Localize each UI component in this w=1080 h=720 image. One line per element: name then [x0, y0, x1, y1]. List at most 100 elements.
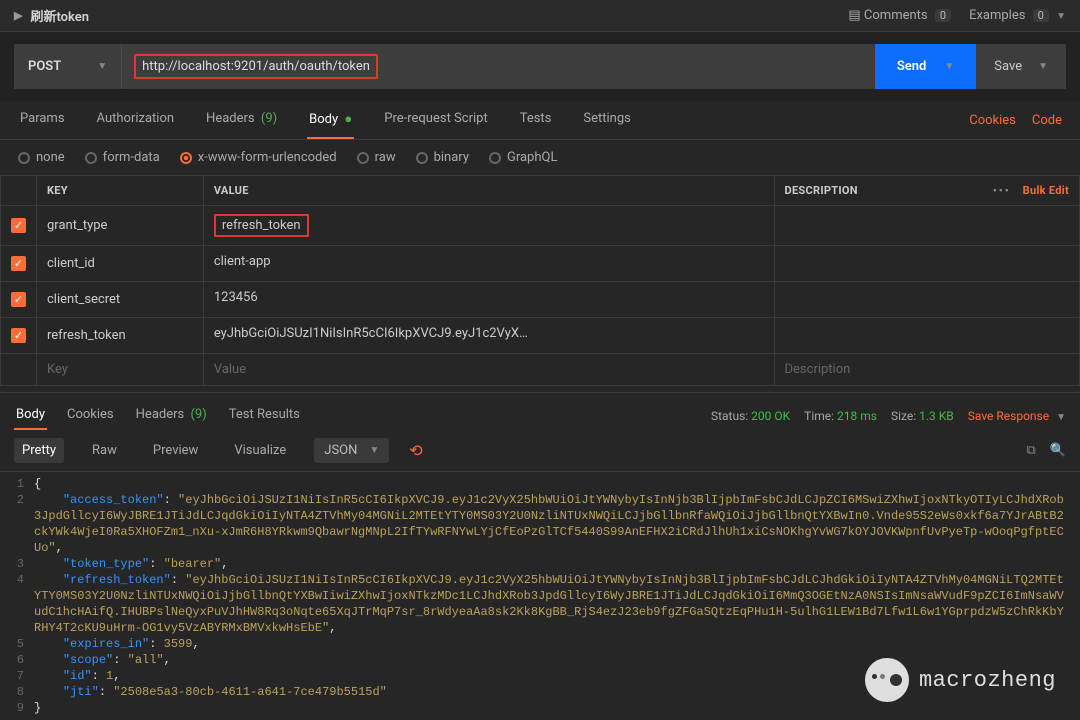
key-placeholder[interactable]: Key: [37, 354, 204, 386]
cell-key[interactable]: client_id: [37, 246, 204, 282]
resp-tab-headers[interactable]: Headers (9): [134, 401, 209, 430]
viewer-pretty[interactable]: Pretty: [14, 438, 64, 463]
tab-prerequest[interactable]: Pre-request Script: [382, 101, 489, 139]
chevron-down-icon: ▼: [1056, 11, 1066, 22]
request-tabs: Params Authorization Headers (9) Body ● …: [0, 101, 1080, 140]
col-key: KEY: [37, 176, 204, 206]
chevron-down-icon: ▼: [97, 61, 107, 72]
url-bar: POST ▼ http://localhost:9201/auth/oauth/…: [0, 32, 1080, 101]
chevron-down-icon: ▼: [369, 445, 379, 456]
comments-button[interactable]: ▤ Comments 0: [848, 8, 951, 23]
watermark: macrozheng: [865, 658, 1056, 702]
value-highlighted: refresh_token: [214, 214, 309, 237]
radio-icon: [416, 152, 428, 164]
cell-value[interactable]: 123456: [203, 282, 774, 318]
radio-icon: [357, 152, 369, 164]
value-placeholder[interactable]: Value: [203, 354, 774, 386]
send-button[interactable]: Send ▼: [875, 44, 976, 89]
radio-none[interactable]: none: [18, 150, 65, 165]
response-body: 123456789 { "access_token": "eyJhbGciOiJ…: [0, 472, 1080, 720]
resp-tab-tests[interactable]: Test Results: [227, 401, 302, 430]
desc-placeholder[interactable]: Description: [774, 354, 1080, 386]
tab-authorization[interactable]: Authorization: [95, 101, 177, 139]
cell-desc[interactable]: [774, 282, 1080, 318]
examples-count: 0: [1033, 9, 1049, 22]
send-label: Send: [897, 59, 927, 74]
collapse-icon[interactable]: ▶: [14, 9, 22, 22]
url-text: http://localhost:9201/auth/oauth/token: [134, 54, 378, 79]
radio-icon: [85, 152, 97, 164]
cell-key[interactable]: refresh_token: [37, 318, 204, 354]
tab-tests[interactable]: Tests: [518, 101, 554, 139]
modified-dot-icon: ●: [344, 112, 352, 127]
time-value: 218 ms: [837, 409, 877, 423]
more-icon[interactable]: •••: [993, 184, 1011, 197]
cell-desc[interactable]: [774, 246, 1080, 282]
format-select[interactable]: JSON ▼: [314, 438, 389, 463]
form-table: KEY VALUE DESCRIPTION ••• Bulk Edit ✓ gr…: [0, 175, 1080, 386]
table-row: ✓ client_secret 123456: [1, 282, 1080, 318]
response-bar: Body Cookies Headers (9) Test Results St…: [0, 392, 1080, 430]
chevron-down-icon: ▼: [944, 61, 954, 72]
cell-key[interactable]: client_secret: [37, 282, 204, 318]
tab-body[interactable]: Body ●: [307, 101, 354, 139]
cookies-link[interactable]: Cookies: [969, 113, 1016, 128]
copy-icon[interactable]: ⧉: [1027, 443, 1036, 458]
table-row: ✓ client_id client-app: [1, 246, 1080, 282]
radio-binary[interactable]: binary: [416, 150, 469, 165]
radio-raw[interactable]: raw: [357, 150, 396, 165]
examples-dropdown[interactable]: Examples 0 ▼: [969, 8, 1066, 23]
cell-key[interactable]: grant_type: [37, 206, 204, 246]
table-empty-row[interactable]: Key Value Description: [1, 354, 1080, 386]
row-checkbox[interactable]: ✓: [11, 328, 26, 343]
wrap-lines-icon[interactable]: ⟲: [409, 441, 422, 460]
watermark-text: macrozheng: [919, 668, 1056, 693]
code-link[interactable]: Code: [1032, 113, 1062, 128]
request-title: 刷新token: [30, 6, 89, 25]
search-icon[interactable]: 🔍: [1050, 443, 1066, 458]
comments-count: 0: [935, 9, 951, 22]
examples-label: Examples: [969, 8, 1025, 23]
cell-desc[interactable]: [774, 206, 1080, 246]
desc-header-label: DESCRIPTION: [785, 184, 981, 197]
method-label: POST: [28, 59, 61, 74]
method-select[interactable]: POST ▼: [14, 44, 122, 89]
row-checkbox[interactable]: ✓: [11, 256, 26, 271]
size-value: 1.3 KB: [919, 409, 954, 423]
resp-tab-cookies[interactable]: Cookies: [65, 401, 116, 430]
cell-value[interactable]: eyJhbGciOiJSUzI1NiIsInR5cCI6IkpXVCJ9.eyJ…: [203, 318, 774, 354]
cell-desc[interactable]: [774, 318, 1080, 354]
radio-urlencoded[interactable]: x-www-form-urlencoded: [180, 150, 337, 165]
tab-params[interactable]: Params: [18, 101, 67, 139]
save-response-dropdown[interactable]: Save Response ▼: [968, 409, 1066, 423]
viewer-preview[interactable]: Preview: [145, 438, 206, 463]
row-checkbox[interactable]: ✓: [11, 292, 26, 307]
cell-value[interactable]: client-app: [203, 246, 774, 282]
resp-tab-body[interactable]: Body: [14, 401, 47, 430]
tab-settings[interactable]: Settings: [581, 101, 632, 139]
tab-headers-label: Headers: [206, 111, 255, 126]
tab-headers[interactable]: Headers (9): [204, 101, 279, 139]
url-input[interactable]: http://localhost:9201/auth/oauth/token: [122, 44, 875, 89]
viewer-raw[interactable]: Raw: [84, 438, 125, 463]
radio-icon: [180, 152, 192, 164]
col-value: VALUE: [203, 176, 774, 206]
chevron-down-icon: ▼: [1056, 412, 1066, 423]
save-button[interactable]: Save ▼: [976, 44, 1066, 89]
time-label: Time:: [804, 409, 834, 423]
status-label: Status:: [711, 409, 748, 423]
radio-formdata[interactable]: form-data: [85, 150, 160, 165]
radio-graphql[interactable]: GraphQL: [489, 150, 557, 165]
row-checkbox[interactable]: ✓: [11, 218, 26, 233]
table-row: ✓ refresh_token eyJhbGciOiJSUzI1NiIsInR5…: [1, 318, 1080, 354]
bulk-edit-link[interactable]: Bulk Edit: [1023, 184, 1069, 197]
viewer-visualize[interactable]: Visualize: [226, 438, 294, 463]
status-value: 200 OK: [751, 409, 790, 423]
viewer-toolbar: Pretty Raw Preview Visualize JSON ▼ ⟲ ⧉ …: [0, 430, 1080, 472]
radio-icon: [489, 152, 501, 164]
wechat-icon: [865, 658, 909, 702]
request-header: ▶ 刷新token ▤ Comments 0 Examples 0 ▼: [0, 0, 1080, 32]
cell-value[interactable]: refresh_token: [203, 206, 774, 246]
table-row: ✓ grant_type refresh_token: [1, 206, 1080, 246]
radio-icon: [18, 152, 30, 164]
